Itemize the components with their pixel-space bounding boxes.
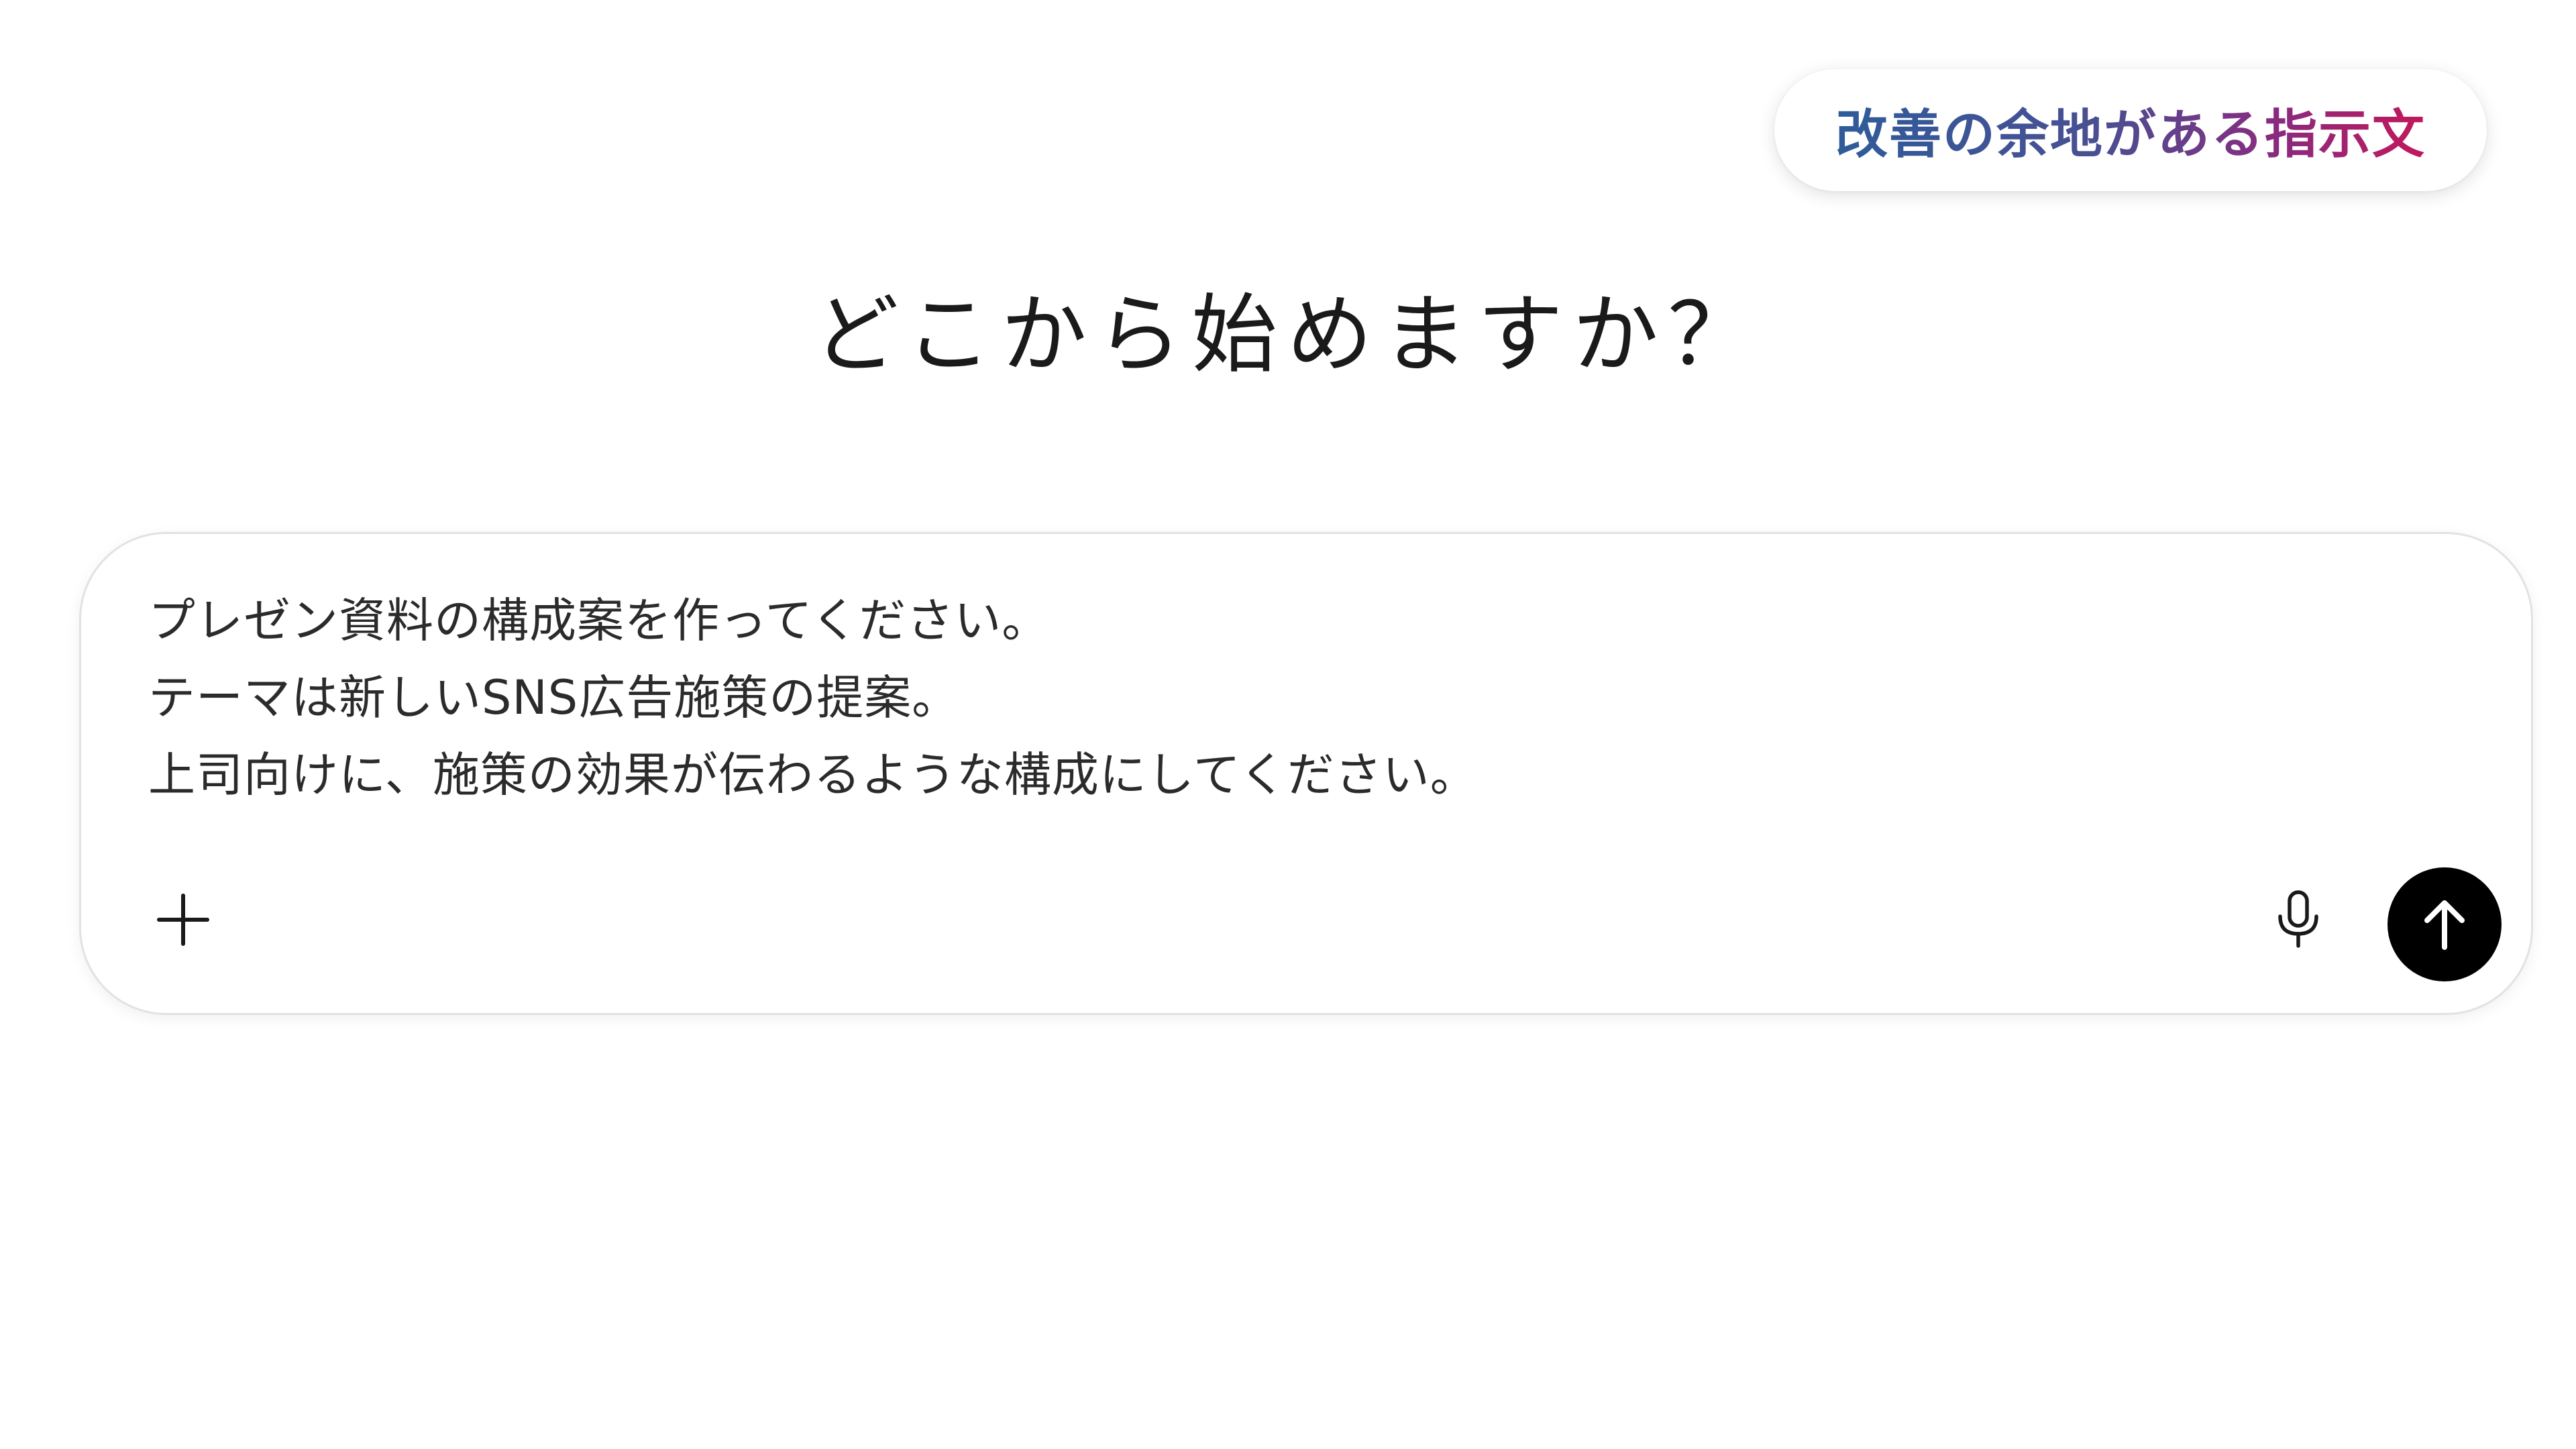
add-attachment-button[interactable] — [143, 879, 223, 960]
page-heading: どこから始めますか？ — [812, 285, 1764, 385]
page: 改善の余地がある指示文 どこから始めますか？ プレゼン資料の構成案を作ってくださ… — [0, 0, 2576, 1449]
prompt-line: プレゼン資料の構成案を作ってください。 — [148, 593, 1050, 648]
prompt-composer: プレゼン資料の構成案を作ってください。 テーマは新しいSNS広告施策の提案。 上… — [79, 532, 2533, 1015]
microphone-icon — [2278, 890, 2318, 948]
prompt-input[interactable]: プレゼン資料の構成案を作ってください。 テーマは新しいSNS広告施策の提案。 上… — [148, 582, 2362, 814]
prompt-line: 上司向けに、施策の効果が伝わるような構成にしてください。 — [148, 747, 1478, 802]
arrow-up-icon — [2424, 900, 2465, 950]
send-button[interactable] — [2387, 867, 2502, 981]
voice-input-button[interactable] — [2261, 883, 2335, 957]
annotation-badge-label: 改善の余地がある指示文 — [1835, 93, 2426, 168]
annotation-badge: 改善の余地がある指示文 — [1774, 69, 2487, 191]
plus-icon — [157, 894, 209, 946]
prompt-line: テーマは新しいSNS広告施策の提案。 — [148, 670, 960, 725]
